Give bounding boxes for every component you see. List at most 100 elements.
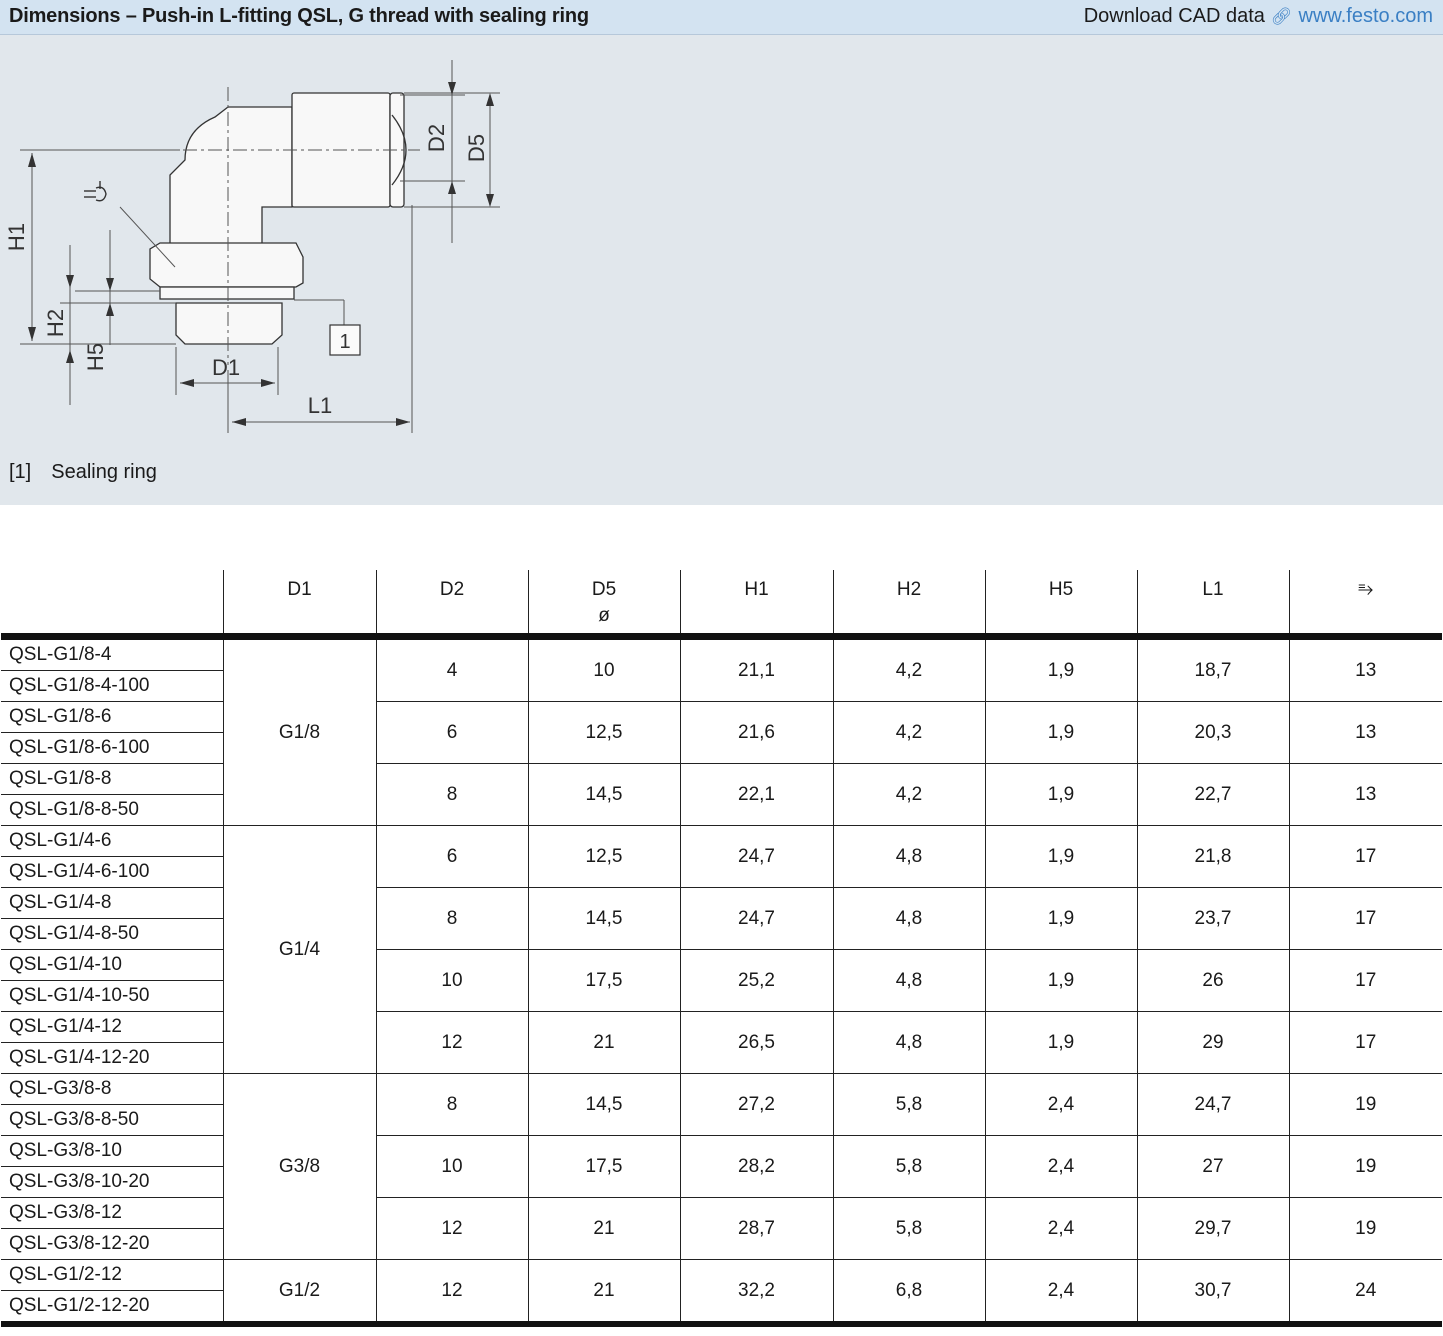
cell-d5: 10 <box>527 636 680 702</box>
cell-d2: 8 <box>375 887 528 950</box>
cell-d2: 12 <box>375 1197 528 1260</box>
part-number: QSL-G1/4-10-50 <box>1 980 223 1012</box>
header-d1: D1 <box>222 570 376 640</box>
cell-wrench-size: 17 <box>1288 949 1442 1012</box>
legend-ref: [1] <box>9 461 32 483</box>
cell-wrench-size: 13 <box>1288 701 1442 764</box>
part-number: QSL-G1/4-8-50 <box>1 918 223 950</box>
part-number: QSL-G3/8-8 <box>1 1073 223 1105</box>
cell-d2: 6 <box>375 701 528 764</box>
cad-download: Download CAD data 🔗︎ www.festo.com <box>1084 5 1433 28</box>
cell-wrench-size: 13 <box>1288 763 1442 826</box>
cell-h5: 1,9 <box>984 949 1137 1012</box>
wrench-icon <box>84 181 107 202</box>
table-row: QSL-G1/8-4 G1/8 4 10 21,1 4,2 1,9 18,7 1… <box>1 636 1442 826</box>
cell-d2: 4 <box>375 636 528 702</box>
cell-h1: 32,2 <box>679 1259 833 1327</box>
table-row: QSL-G1/4-12 12 21 26,5 4,8 1,9 29 17 <box>1 1011 1442 1074</box>
dim-label-d2: D2 <box>424 124 449 152</box>
cell-h2: 6,8 <box>832 1259 985 1327</box>
cell-h1: 28,7 <box>679 1197 833 1260</box>
cell-h5: 1,9 <box>984 701 1137 764</box>
table-row: QSL-G1/4-10 10 17,5 25,2 4,8 1,9 26 17 <box>1 949 1442 1012</box>
cell-d5: 12,5 <box>527 701 680 764</box>
cell-l1: 29 <box>1136 1011 1289 1074</box>
elbow-body <box>169 106 293 251</box>
cell-h2: 4,2 <box>832 701 985 764</box>
dim-label-h1: H1 <box>4 223 29 251</box>
cell-wrench-size: 19 <box>1288 1135 1442 1198</box>
cell-h5: 2,4 <box>984 1259 1137 1327</box>
part-number: QSL-G1/8-4-100 <box>1 670 223 702</box>
cell-h2: 5,8 <box>832 1073 985 1136</box>
table-row: QSL-G3/8-10 10 17,5 28,2 5,8 2,4 27 19 <box>1 1135 1442 1198</box>
cell-h5: 2,4 <box>984 1135 1137 1198</box>
link-icon: 🔗︎ <box>1270 6 1293 26</box>
header-h5: H5 <box>984 570 1137 640</box>
cell-h5: 1,9 <box>984 636 1137 702</box>
cell-d1: G1/8 <box>222 636 376 826</box>
table-header-row: D1 D2 D5 ø H1 H2 H5 L1 ⥱ <box>1 570 1442 640</box>
cell-l1: 21,8 <box>1136 825 1289 888</box>
header-wrench-icon: ⥱ <box>1288 570 1442 640</box>
cell-wrench-size: 17 <box>1288 825 1442 888</box>
cell-h1: 24,7 <box>679 887 833 950</box>
header-bar: Dimensions – Push-in L-fitting QSL, G th… <box>0 0 1443 35</box>
header-h2: H2 <box>832 570 985 640</box>
cell-h2: 4,8 <box>832 1011 985 1074</box>
part-number: QSL-G3/8-10-20 <box>1 1166 223 1198</box>
cell-l1: 22,7 <box>1136 763 1289 826</box>
cell-l1: 24,7 <box>1136 1073 1289 1136</box>
sealing-ring-shape <box>159 286 295 300</box>
cell-l1: 29,7 <box>1136 1197 1289 1260</box>
header-d5-diameter: ø <box>598 605 610 626</box>
cell-h2: 4,8 <box>832 825 985 888</box>
cell-wrench-size: 19 <box>1288 1073 1442 1136</box>
part-number: QSL-G1/2-12 <box>1 1259 223 1291</box>
cell-l1: 30,7 <box>1136 1259 1289 1327</box>
cell-h2: 4,2 <box>832 636 985 702</box>
cell-d1: G1/2 <box>222 1259 376 1327</box>
part-number: QSL-G1/8-6 <box>1 701 223 733</box>
drawing-legend: [1] Sealing ring <box>9 461 157 484</box>
part-number: QSL-G3/8-12-20 <box>1 1228 223 1260</box>
cell-d2: 12 <box>375 1011 528 1074</box>
table-row: QSL-G1/8-6 6 12,5 21,6 4,2 1,9 20,3 13 <box>1 701 1442 764</box>
part-number: QSL-G3/8-12 <box>1 1197 223 1229</box>
dim-label-h2: H2 <box>43 309 68 337</box>
cell-h1: 22,1 <box>679 763 833 826</box>
cell-h1: 27,2 <box>679 1073 833 1136</box>
header-d5-label: D5 <box>591 579 617 600</box>
legend-text: Sealing ring <box>51 461 157 483</box>
dim-label-d1: D1 <box>212 355 240 380</box>
festo-link[interactable]: www.festo.com <box>1299 5 1433 28</box>
cell-d5: 21 <box>527 1259 680 1327</box>
part-number: QSL-G1/8-6-100 <box>1 732 223 764</box>
cell-wrench-size: 17 <box>1288 887 1442 950</box>
dimensions-table: D1 D2 D5 ø H1 H2 H5 L1 ⥱ QSL-G1/8-4 G1/8 … <box>1 570 1442 1327</box>
cell-h5: 1,9 <box>984 825 1137 888</box>
part-number: QSL-G3/8-10 <box>1 1135 223 1167</box>
part-number: QSL-G1/4-12-20 <box>1 1042 223 1074</box>
header-d5: D5 ø <box>527 570 680 640</box>
dim-label-d5: D5 <box>464 134 489 162</box>
cell-h5: 1,9 <box>984 1011 1137 1074</box>
dim-label-l1: L1 <box>308 393 332 418</box>
cell-h1: 24,7 <box>679 825 833 888</box>
cell-wrench-size: 19 <box>1288 1197 1442 1260</box>
header-l1: L1 <box>1136 570 1289 640</box>
part-number: QSL-G1/8-4 <box>1 636 223 671</box>
page-title: Dimensions – Push-in L-fitting QSL, G th… <box>9 5 589 27</box>
cell-wrench-size: 17 <box>1288 1011 1442 1074</box>
cell-h2: 4,8 <box>832 887 985 950</box>
table-row: QSL-G1/2-12 G1/2 12 21 32,2 6,8 2,4 30,7… <box>1 1259 1442 1327</box>
cell-d2: 10 <box>375 1135 528 1198</box>
cell-d5: 14,5 <box>527 763 680 826</box>
cell-wrench-size: 24 <box>1288 1259 1442 1327</box>
header-h1: H1 <box>679 570 833 640</box>
cell-l1: 27 <box>1136 1135 1289 1198</box>
cell-h1: 21,6 <box>679 701 833 764</box>
cell-h2: 5,8 <box>832 1197 985 1260</box>
cell-h5: 1,9 <box>984 887 1137 950</box>
cell-d5: 17,5 <box>527 1135 680 1198</box>
